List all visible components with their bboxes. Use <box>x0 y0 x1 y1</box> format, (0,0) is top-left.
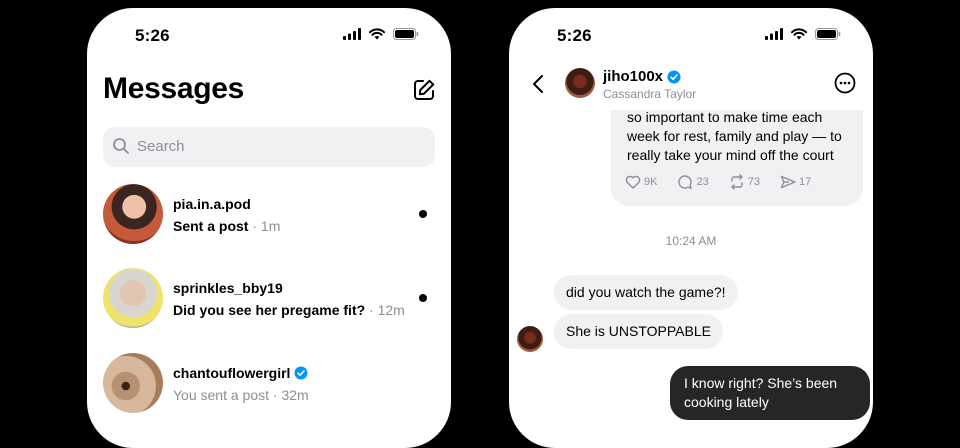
incoming-message[interactable]: She is UNSTOPPABLE <box>554 314 723 349</box>
unread-dot <box>419 210 427 218</box>
cellular-signal-icon <box>765 28 783 40</box>
shared-post-text: so important to make time each week for … <box>627 109 842 163</box>
outgoing-message[interactable]: I know right? She’s been cooking lately <box>670 366 870 420</box>
conversation-preview: You sent a post · 32m <box>173 387 309 403</box>
shared-post-card[interactable]: so important to make time each week for … <box>611 100 863 206</box>
shared-post-stats: 9K 23 73 17 <box>625 174 811 190</box>
sender-avatar <box>517 326 543 352</box>
chat-display-name: Cassandra Taylor <box>603 87 697 101</box>
wifi-icon <box>369 28 385 40</box>
conversation-item[interactable]: pia.in.a.pod Sent a post · 1m <box>103 184 435 246</box>
status-time: 5:26 <box>135 26 170 45</box>
chat-screen: 5:26 so important to make time each week… <box>509 8 873 448</box>
replies-stat: 23 <box>677 174 709 190</box>
inbox-screen: 5:26 Messages Search pia.in.a.pod Sent a… <box>87 8 451 448</box>
conversation-item[interactable]: chantouflowergirl You sent a post · 32m <box>103 353 435 415</box>
conversation-username: pia.in.a.pod <box>173 196 251 212</box>
wifi-icon <box>791 28 807 40</box>
battery-icon <box>393 28 419 40</box>
comment-icon <box>678 175 693 189</box>
conversation-preview: Did you see her pregame fit? · 12m <box>173 302 405 318</box>
status-bar: 5:26 <box>509 8 873 64</box>
avatar <box>103 268 163 328</box>
cellular-signal-icon <box>343 28 361 40</box>
shares-stat: 17 <box>780 174 811 190</box>
verified-badge-icon <box>667 70 681 83</box>
likes-stat: 9K <box>625 174 657 190</box>
status-time: 5:26 <box>557 26 592 45</box>
search-input[interactable]: Search <box>103 127 435 167</box>
page-title: Messages <box>103 72 245 105</box>
status-icons <box>765 28 841 40</box>
conversation-preview: Sent a post · 1m <box>173 218 281 234</box>
status-bar: 5:26 <box>87 8 451 64</box>
repost-icon <box>731 174 743 190</box>
more-options-icon[interactable] <box>834 72 856 94</box>
verified-badge-icon <box>294 366 308 380</box>
conversation-username: sprinkles_bby19 <box>173 280 283 296</box>
search-placeholder: Search <box>137 138 185 155</box>
chat-username[interactable]: jiho100x <box>603 68 681 85</box>
back-chevron-icon[interactable] <box>531 74 545 94</box>
avatar <box>103 184 163 244</box>
message-timestamp: 10:24 AM <box>665 234 717 248</box>
conversation-username: chantouflowergirl <box>173 365 308 381</box>
status-icons <box>343 28 419 40</box>
unread-dot <box>419 294 427 302</box>
reposts-stat: 73 <box>729 174 760 190</box>
send-icon <box>780 175 796 189</box>
battery-icon <box>815 28 841 40</box>
avatar <box>103 353 163 413</box>
avatar[interactable] <box>565 68 595 98</box>
heart-icon <box>625 175 641 189</box>
incoming-message[interactable]: did you watch the game?! <box>554 275 738 310</box>
compose-icon[interactable] <box>412 78 436 102</box>
conversation-item[interactable]: sprinkles_bby19 Did you see her pregame … <box>103 268 435 330</box>
chat-header: jiho100x Cassandra Taylor <box>509 64 873 110</box>
search-icon <box>113 138 129 154</box>
